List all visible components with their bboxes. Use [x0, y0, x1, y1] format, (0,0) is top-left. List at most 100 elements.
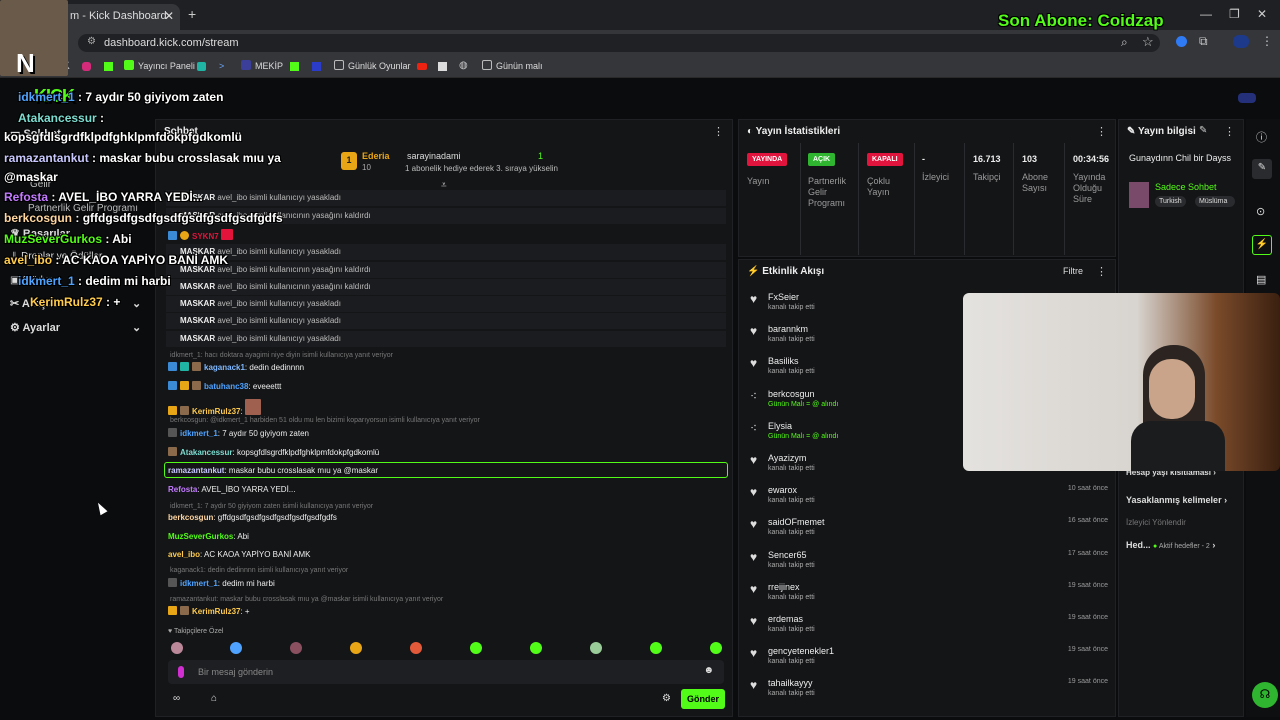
extension-icon[interactable]: [1176, 36, 1187, 47]
pinned-count: 10: [362, 163, 371, 172]
category-name[interactable]: Sadece Sohbet: [1155, 182, 1217, 192]
event-user[interactable]: gencyetenekler1: [768, 646, 834, 656]
avatar-icon: [168, 428, 177, 437]
chevron-down-icon: ⌄: [132, 322, 142, 334]
edit-icon[interactable]: ✎: [1199, 125, 1207, 136]
mod-row: MASKAR avel_ibo isimli kullanıcıyı yasak…: [166, 190, 726, 206]
sidebar-item-ayarlar[interactable]: ⚙ Ayarlar ⌄: [10, 321, 141, 334]
reply-context: kaganack1: dedin dedinnnn isimli kullanı…: [170, 567, 349, 574]
overlay-chat-line: berkcosgun : gffdgsdfgsdfgsdfgsdfgsdfgsd…: [4, 211, 283, 225]
info-menu-icon[interactable]: ⋮: [1224, 125, 1235, 138]
kick-bookmark-icon[interactable]: [104, 62, 113, 71]
document-icon[interactable]: ▤: [1256, 273, 1266, 286]
info-icon[interactable]: ⓘ: [1256, 129, 1267, 145]
emote-icon[interactable]: [470, 642, 482, 654]
event-user[interactable]: Basiliks: [768, 356, 799, 366]
bookmark-gunun-mali[interactable]: Günün malı: [482, 60, 543, 71]
bookmark-gunluk-oyunlar[interactable]: Günlük Oyunlar: [334, 60, 411, 71]
emote-icon[interactable]: [410, 642, 422, 654]
event-description: kanalı takip etti: [768, 336, 815, 344]
url-field[interactable]: ⚙ dashboard.kick.com/stream: [78, 34, 1160, 52]
gear-icon: ⚙: [10, 322, 23, 334]
chat-menu-icon[interactable]: ⋮: [713, 125, 724, 138]
event-user[interactable]: ewarox: [768, 485, 797, 495]
divider: [964, 143, 965, 255]
event-user[interactable]: FxSeier: [768, 292, 799, 302]
pinned-target[interactable]: sarayinadami: [407, 151, 461, 161]
event-user[interactable]: saidOFmemet: [768, 517, 825, 527]
profile-avatar[interactable]: [1233, 35, 1249, 48]
send-button[interactable]: Gönder: [681, 689, 725, 709]
pinned-user[interactable]: Ederia: [362, 151, 390, 161]
emote-icon[interactable]: [590, 642, 602, 654]
site-info-icon[interactable]: ⚙: [87, 36, 96, 47]
kick-bookmark-2-icon[interactable]: [290, 62, 299, 71]
globe-bookmark-icon[interactable]: ◍: [459, 60, 468, 71]
message-input[interactable]: Bir mesaj gönderin ☻: [168, 660, 724, 684]
event-user[interactable]: Elysia: [768, 421, 792, 431]
event-user[interactable]: Sencer65: [768, 550, 807, 560]
raid-link[interactable]: İzleyici Yönlendir: [1126, 518, 1186, 527]
event-user[interactable]: tahailkayyy: [768, 678, 813, 688]
lightning-icon[interactable]: ⚡: [1252, 235, 1272, 255]
minimize-icon[interactable]: —: [1200, 7, 1212, 21]
badge-icon: [168, 606, 177, 615]
bookmark-arrow-icon[interactable]: >: [219, 61, 224, 71]
event-user[interactable]: rreijinex: [768, 582, 800, 592]
target-icon[interactable]: ⊙: [1256, 205, 1265, 218]
emote-icon[interactable]: [650, 642, 662, 654]
emote-icon[interactable]: [230, 642, 242, 654]
event-item: ♥ tahailkayyy kanalı takip etti 19 saat önc…: [748, 678, 1110, 710]
heart-icon: ♥: [750, 485, 758, 500]
filter-button[interactable]: Filtre: [1063, 266, 1083, 276]
image-bookmark-icon[interactable]: [438, 62, 447, 71]
chat-message: berkcosgun: gffdgsdfgsdfgsdfgsdfgsdfgsdf…: [168, 513, 337, 522]
emoji-icon[interactable]: ☻: [703, 665, 714, 676]
close-tab-icon[interactable]: ✕: [164, 9, 174, 23]
close-window-icon[interactable]: ✕: [1257, 7, 1267, 21]
mic-icon[interactable]: [178, 666, 184, 678]
emote-icon[interactable]: [171, 642, 183, 654]
goals-link[interactable]: Hed... ● Aktif hedefler - 2 ›: [1126, 540, 1215, 550]
events-menu-icon[interactable]: ⋮: [1096, 265, 1107, 278]
browser-menu-icon[interactable]: ⋮: [1261, 34, 1273, 48]
bookmark-mekip[interactable]: MEKİP: [241, 60, 283, 71]
emote-icon[interactable]: [290, 642, 302, 654]
event-user[interactable]: barannkm: [768, 324, 808, 334]
bookmark-blue-icon[interactable]: [312, 62, 321, 71]
youtube-bookmark-icon[interactable]: [417, 63, 427, 70]
tag-pill: Müslüma: [1195, 196, 1235, 207]
bookmark-star-icon[interactable]: ☆: [1142, 34, 1154, 50]
pencil-icon[interactable]: ✎: [1252, 159, 1272, 179]
rank-badge: 1: [341, 152, 357, 170]
chat-message: Atakancessur: kopsgfdlsgrdfklpdfghklpmfd…: [168, 447, 379, 457]
folder-icon: [334, 60, 344, 70]
support-icon[interactable]: ☊: [1252, 682, 1278, 708]
bookmark-app-icon[interactable]: [197, 62, 206, 71]
banned-words-link[interactable]: Yasaklanmış kelimeler ›: [1126, 495, 1227, 505]
bookmark-yayinci-paneli[interactable]: Yayıncı Paneli: [124, 60, 195, 71]
event-user[interactable]: erdemas: [768, 614, 803, 624]
instagram-bookmark-icon[interactable]: [82, 62, 91, 71]
event-description: Günün Malı = @ alındı: [768, 400, 839, 408]
badge-icon: [168, 381, 177, 390]
extensions-icon[interactable]: ⧉: [1199, 34, 1208, 49]
store-icon[interactable]: ⌂: [211, 693, 217, 704]
event-user[interactable]: Ayazizym: [768, 453, 806, 463]
event-item: ♥ ewarox kanalı takip etti 10 saat önce: [748, 485, 1110, 517]
zoom-icon[interactable]: ⌕: [1121, 35, 1128, 50]
user-avatar[interactable]: [1238, 93, 1256, 103]
overlay-chat-line: MuzSeverGurkos : Abi: [4, 232, 132, 246]
new-tab-icon[interactable]: +: [188, 6, 196, 22]
badge-icon: [168, 231, 177, 240]
points-icon[interactable]: ∞: [173, 693, 180, 704]
event-user[interactable]: berkcosgun: [768, 389, 815, 399]
event-description: Günün Malı = @ alındı: [768, 432, 839, 440]
restore-icon[interactable]: ❐: [1229, 7, 1240, 21]
stats-menu-icon[interactable]: ⋮: [1096, 125, 1107, 138]
emote-icon[interactable]: [530, 642, 542, 654]
emote-icon[interactable]: [710, 642, 722, 654]
emote-icon[interactable]: [350, 642, 362, 654]
chat-settings-icon[interactable]: ⚙: [662, 693, 671, 704]
heart-icon: ♥: [750, 549, 758, 564]
